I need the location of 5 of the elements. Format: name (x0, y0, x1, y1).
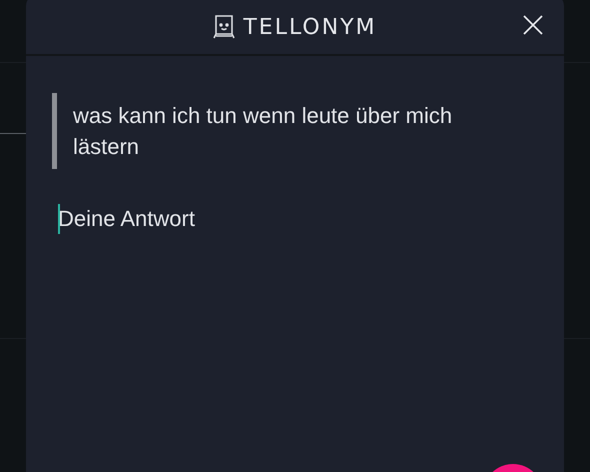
logo-icon (213, 14, 236, 40)
question-text: was kann ich tun wenn leute über mich lästern (72, 102, 454, 161)
app-title: TELLONYM (243, 14, 377, 42)
answer-field[interactable]: Deine Antwort (58, 202, 532, 236)
close-icon (523, 15, 543, 35)
